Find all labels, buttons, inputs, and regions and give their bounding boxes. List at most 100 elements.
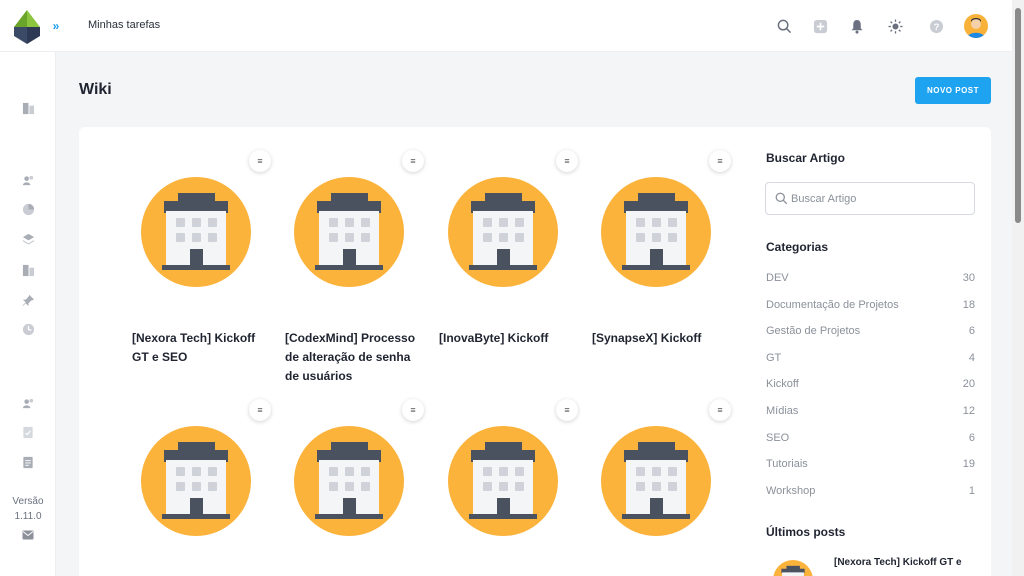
category-name: Kickoff [766,378,799,391]
post-thumbnail[interactable] [141,177,251,287]
post-menu-button[interactable]: ≡ [556,150,578,172]
category-item[interactable]: SEO 6 [766,432,975,450]
expand-sidebar-button[interactable]: » [44,14,68,38]
search-input[interactable] [791,190,966,208]
bell-icon [851,19,863,34]
post-title[interactable]: [InovaByte] Kickoff [439,329,574,348]
sidebar-item-team[interactable] [20,172,36,188]
post-thumbnail[interactable] [448,426,558,536]
post-menu-button[interactable]: ≡ [249,150,271,172]
clock-icon [22,323,34,335]
menu-icon: ≡ [717,405,723,415]
menu-icon: ≡ [257,405,263,415]
category-count: 1 [968,484,975,497]
sidebar: Versão 1.11.0 [0,52,56,576]
category-item[interactable]: Tutoriais 19 [766,458,975,476]
latest-post-thumbnail [773,560,813,576]
checklist-icon [23,426,33,438]
category-name: Gestão de Projetos [766,325,861,338]
notifications-button[interactable] [846,15,868,37]
post-menu-button[interactable]: ≡ [709,150,731,172]
menu-icon: ≡ [564,156,570,166]
building-icon [781,565,805,576]
user-avatar[interactable] [964,14,988,38]
search-icon [775,192,788,205]
category-count: 30 [962,272,975,284]
post-menu-button[interactable]: ≡ [556,399,578,421]
category-name: Mídias [766,405,799,417]
sidebar-item-clients[interactable] [20,395,36,411]
category-item[interactable]: Kickoff 20 [766,378,975,396]
post-title[interactable]: [Nexora Tech] Kickoff GT e SEO [132,329,267,367]
menu-icon: ≡ [717,156,723,166]
post-menu-button[interactable]: ≡ [709,399,731,421]
menu-icon: ≡ [410,405,416,415]
building-icon [315,193,383,270]
sidebar-item-layers[interactable] [20,231,36,247]
post-thumbnail[interactable] [141,426,251,536]
page-scrollbar[interactable] [1012,0,1024,576]
menu-icon: ≡ [410,156,416,166]
sidebar-item-wiki[interactable] [20,262,36,278]
category-count: 20 [962,378,975,391]
category-count: 18 [962,298,975,311]
theme-toggle-button[interactable] [884,15,906,37]
category-name: Workshop [766,484,816,497]
category-name: SEO [766,431,790,444]
latest-post-item[interactable]: [Nexora Tech] Kickoff GT e [766,554,976,576]
new-post-button[interactable]: NOVO POST [915,77,991,104]
sidebar-item-projects[interactable] [20,100,36,116]
document-icon [23,456,33,468]
add-icon [813,19,827,33]
building-icon [469,442,537,519]
board-icon [22,264,34,276]
avatar-icon [967,18,985,38]
board-icon [22,102,34,114]
post-thumbnail[interactable] [601,177,711,287]
post-thumbnail[interactable] [294,177,404,287]
sun-icon [887,18,903,34]
building-icon [162,442,230,519]
building-icon [315,442,383,519]
add-button[interactable] [809,15,831,37]
building-icon [622,442,690,519]
sidebar-item-reports[interactable] [20,201,36,217]
sidebar-item-time[interactable] [20,321,36,337]
scrollbar-thumb[interactable] [1015,8,1021,223]
post-title[interactable]: [SynapseX] Kickoff [592,329,727,348]
search-icon [777,19,791,33]
search-button[interactable] [773,15,795,37]
category-item[interactable]: Documentação de Projetos 18 [766,299,975,317]
latest-posts-heading: Últimos posts [766,525,846,539]
post-menu-button[interactable]: ≡ [402,150,424,172]
category-count: 6 [968,431,975,444]
sidebar-item-documents[interactable] [20,454,36,470]
category-item[interactable]: Workshop 1 [766,485,975,503]
search-field[interactable] [765,182,975,215]
post-thumbnail[interactable] [448,177,558,287]
category-name: Documentação de Projetos [766,298,899,311]
version-label: Versão [12,496,44,507]
sidebar-item-pinned[interactable] [20,292,36,308]
pie-chart-icon [22,203,34,215]
sidebar-item-messages[interactable] [20,527,36,543]
latest-post-title: [Nexora Tech] Kickoff GT e [834,557,962,568]
post-thumbnail[interactable] [294,426,404,536]
category-item[interactable]: GT 4 [766,352,975,370]
top-bar: » Minhas tarefas ? [0,0,1012,52]
pin-icon [22,294,34,306]
post-menu-button[interactable]: ≡ [249,399,271,421]
post-thumbnail[interactable] [601,426,711,536]
category-item[interactable]: DEV 30 [766,272,975,290]
sidebar-item-checklist[interactable] [20,424,36,440]
category-item[interactable]: Mídias 12 [766,405,975,423]
category-item[interactable]: Gestão de Projetos 6 [766,325,975,343]
categories-heading: Categorias [766,240,829,254]
double-chevron-right-icon: » [52,19,60,33]
page-breadcrumb[interactable]: Minhas tarefas [88,19,160,31]
app-logo[interactable] [14,10,40,44]
help-button[interactable]: ? [925,15,947,37]
help-icon: ? [929,19,943,33]
post-title[interactable]: [CodexMind] Processo de alteração de sen… [285,329,420,386]
post-menu-button[interactable]: ≡ [402,399,424,421]
